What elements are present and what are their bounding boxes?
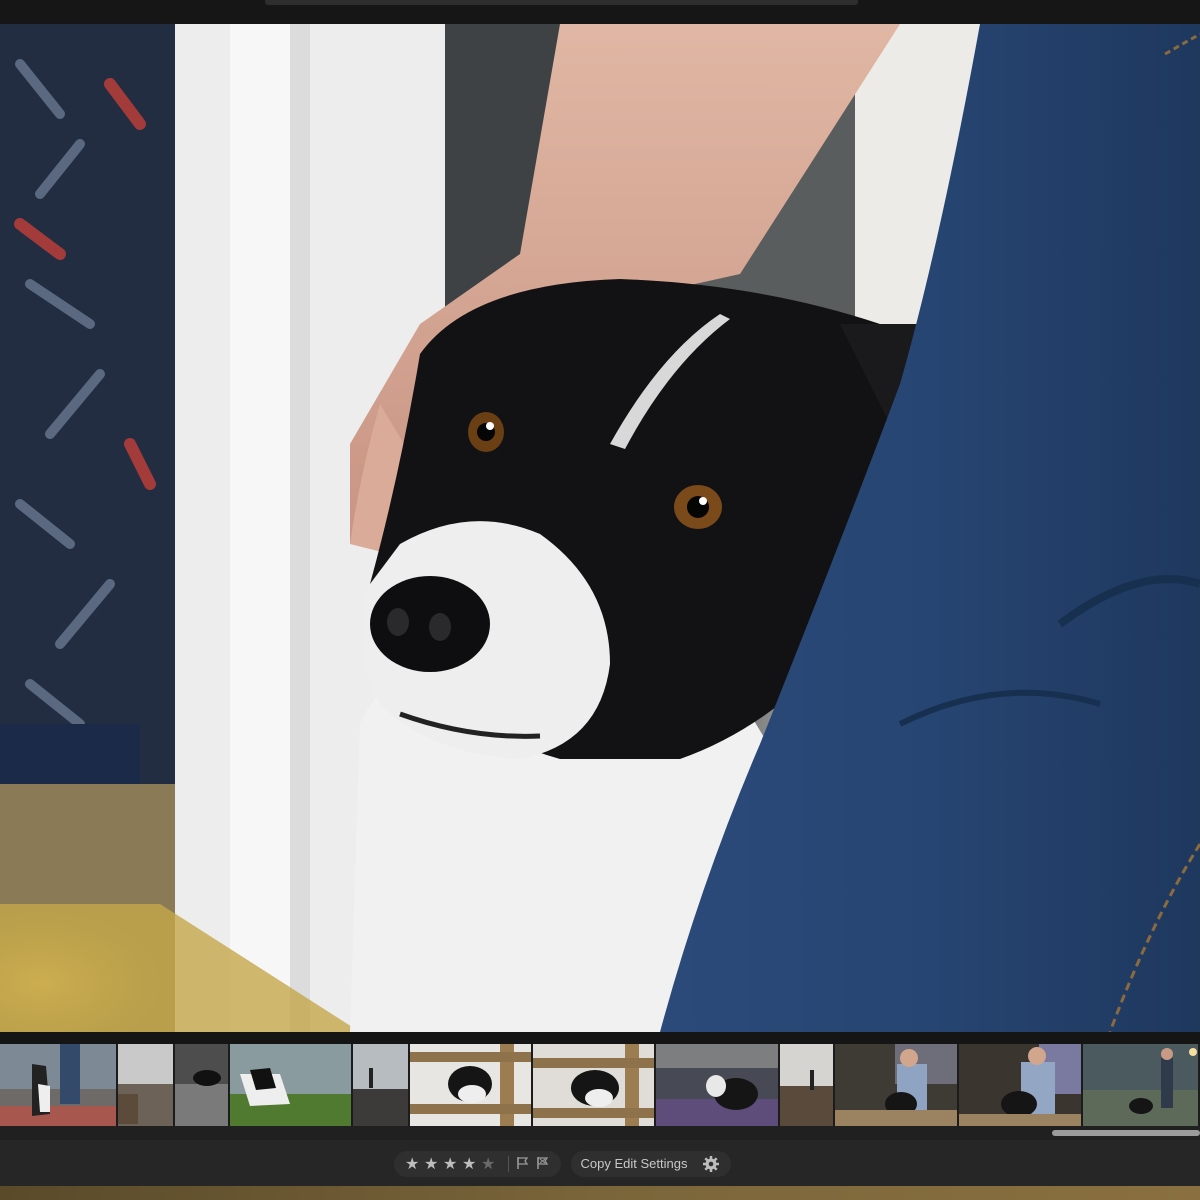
gear-icon[interactable] [702, 1155, 720, 1173]
thumbnail-image [118, 1044, 173, 1126]
filmstrip-separator [0, 1032, 1200, 1044]
star-5[interactable]: ★ [481, 1154, 495, 1174]
bottom-edge [0, 1186, 1200, 1200]
thumbnail-image [0, 1044, 116, 1126]
thumbnail-9[interactable] [780, 1044, 835, 1126]
thumbnail-11[interactable] [959, 1044, 1083, 1126]
thumbnail-image [959, 1044, 1081, 1126]
thumbnail-image [1083, 1044, 1198, 1126]
main-photo-preview[interactable] [0, 24, 1200, 1032]
thumbnail-image [780, 1044, 833, 1126]
filmstrip-scroll-thumb[interactable] [1052, 1130, 1200, 1136]
rating-and-flags: ★ ★ ★ ★ ★ [394, 1151, 561, 1177]
flag-reject-icon[interactable] [536, 1156, 550, 1170]
bottom-toolbar: ★ ★ ★ ★ ★ Copy Edit Settings [0, 1140, 1200, 1186]
star-1[interactable]: ★ [405, 1154, 419, 1174]
divider [508, 1156, 509, 1172]
copy-edit-settings-button[interactable]: Copy Edit Settings [571, 1151, 697, 1177]
flag-icon[interactable] [516, 1156, 530, 1170]
thumbnail-7[interactable] [533, 1044, 656, 1126]
thumbnail-4[interactable] [230, 1044, 353, 1126]
thumbnail-image [533, 1044, 654, 1126]
thumbnail-image [835, 1044, 957, 1126]
top-panel-handle[interactable] [265, 0, 858, 5]
star-3[interactable]: ★ [443, 1154, 457, 1174]
copy-settings-group: Copy Edit Settings [571, 1151, 731, 1177]
thumbnail-1[interactable] [0, 1044, 118, 1126]
thumbnail-3[interactable] [175, 1044, 230, 1126]
filmstrip[interactable] [0, 1044, 1200, 1126]
thumbnail-8[interactable] [656, 1044, 780, 1126]
star-2[interactable]: ★ [424, 1154, 438, 1174]
thumbnail-image [230, 1044, 351, 1126]
thumbnail-image [656, 1044, 778, 1126]
thumbnail-image [353, 1044, 408, 1126]
main-photo-image [0, 24, 1200, 1032]
top-bar [0, 0, 1200, 24]
star-4[interactable]: ★ [462, 1154, 476, 1174]
thumbnail-12[interactable] [1083, 1044, 1200, 1126]
thumbnail-10[interactable] [835, 1044, 959, 1126]
thumbnail-5[interactable] [353, 1044, 410, 1126]
thumbnail-image [410, 1044, 531, 1126]
thumbnail-image [175, 1044, 228, 1126]
thumbnail-2[interactable] [118, 1044, 175, 1126]
filmstrip-scrollbar[interactable] [0, 1126, 1200, 1140]
thumbnail-6[interactable] [410, 1044, 533, 1126]
